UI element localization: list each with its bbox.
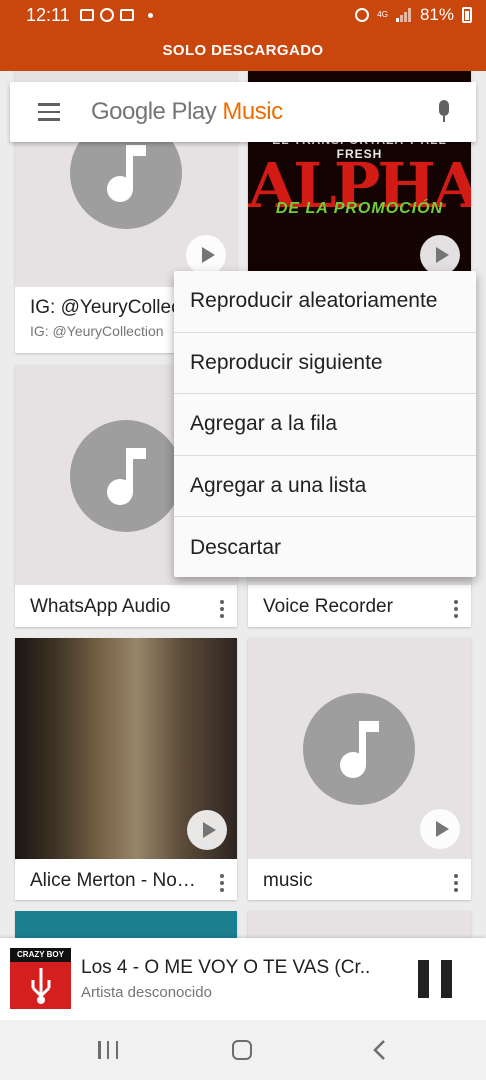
status-bar: 12:11 4G 81% [0, 0, 486, 30]
home-icon[interactable] [232, 1040, 252, 1060]
mini-player[interactable]: CRAZY BOY Los 4 - O ME VOY O TE VAS (Cr.… [0, 938, 486, 1020]
instagram-notification-icon [119, 9, 134, 21]
album-title: Voice Recorder [263, 596, 393, 617]
album-card[interactable] [248, 911, 471, 938]
facebook-notification-icon [99, 8, 114, 22]
play-icon[interactable] [420, 235, 460, 275]
usb-icon [31, 968, 51, 1004]
now-playing-title: Los 4 - O ME VOY O TE VAS (Cr.. [81, 957, 371, 978]
album-card[interactable]: music [248, 638, 471, 900]
banner-label: SOLO DESCARGADO [162, 42, 324, 59]
play-icon[interactable] [420, 809, 460, 849]
album-title: WhatsApp Audio [30, 596, 171, 617]
more-notifications-icon [147, 12, 153, 18]
album-card[interactable]: Alice Merton - No Roots [15, 638, 237, 900]
navigation-bar [0, 1020, 486, 1080]
menu-icon[interactable] [38, 103, 60, 121]
alarm-icon [355, 8, 370, 22]
signal-icon [395, 8, 411, 22]
logo-suffix: Music [222, 98, 283, 125]
menu-item-add-to-playlist[interactable]: Agregar a una lista [174, 456, 476, 518]
microphone-icon[interactable] [436, 100, 452, 126]
more-options-icon[interactable] [217, 598, 227, 620]
album-subtitle: IG: @YeuryCollection [30, 323, 164, 339]
album-title: IG: @YeuryCollection [30, 297, 180, 318]
search-bar[interactable]: Google Play Music [10, 82, 476, 142]
menu-item-play-next[interactable]: Reproducir siguiente [174, 333, 476, 395]
battery-percent: 81% [419, 5, 454, 24]
more-options-icon[interactable] [217, 872, 227, 894]
status-time: 12:11 [26, 4, 70, 25]
album-title: music [263, 870, 313, 891]
network-type: 4G [377, 10, 388, 19]
now-playing-art: CRAZY BOY [10, 948, 71, 1009]
album-art-sub-text: DE LA PROMOCIÓN [275, 200, 444, 217]
album-art-photo [15, 638, 237, 859]
music-note-icon [303, 693, 415, 805]
now-playing-artist: Artista desconocido [81, 984, 212, 1001]
menu-item-dismiss[interactable]: Descartar [174, 517, 476, 579]
more-options-icon[interactable] [451, 872, 461, 894]
battery-icon [462, 7, 472, 23]
context-menu: Reproducir aleatoriamente Reproducir sig… [174, 271, 476, 577]
album-title: Alice Merton - No Roots [30, 870, 196, 891]
music-note-icon [70, 420, 182, 532]
album-card[interactable] [15, 911, 237, 938]
play-icon[interactable] [187, 810, 227, 850]
pause-button[interactable] [418, 960, 452, 998]
back-icon[interactable] [372, 1039, 386, 1061]
menu-item-add-to-queue[interactable]: Agregar a la fila [174, 394, 476, 456]
downloaded-only-banner: SOLO DESCARGADO [0, 30, 486, 71]
now-playing-art-label: CRAZY BOY [10, 948, 71, 962]
menu-item-shuffle[interactable]: Reproducir aleatoriamente [174, 271, 476, 333]
app-logo: Google Play Music [91, 98, 283, 126]
logo-prefix: Google Play [91, 98, 217, 125]
play-icon[interactable] [186, 235, 226, 275]
album-art-placeholder [248, 638, 471, 859]
recents-icon[interactable] [98, 1041, 118, 1059]
more-options-icon[interactable] [451, 598, 461, 620]
gallery-notification-icon [79, 9, 94, 21]
